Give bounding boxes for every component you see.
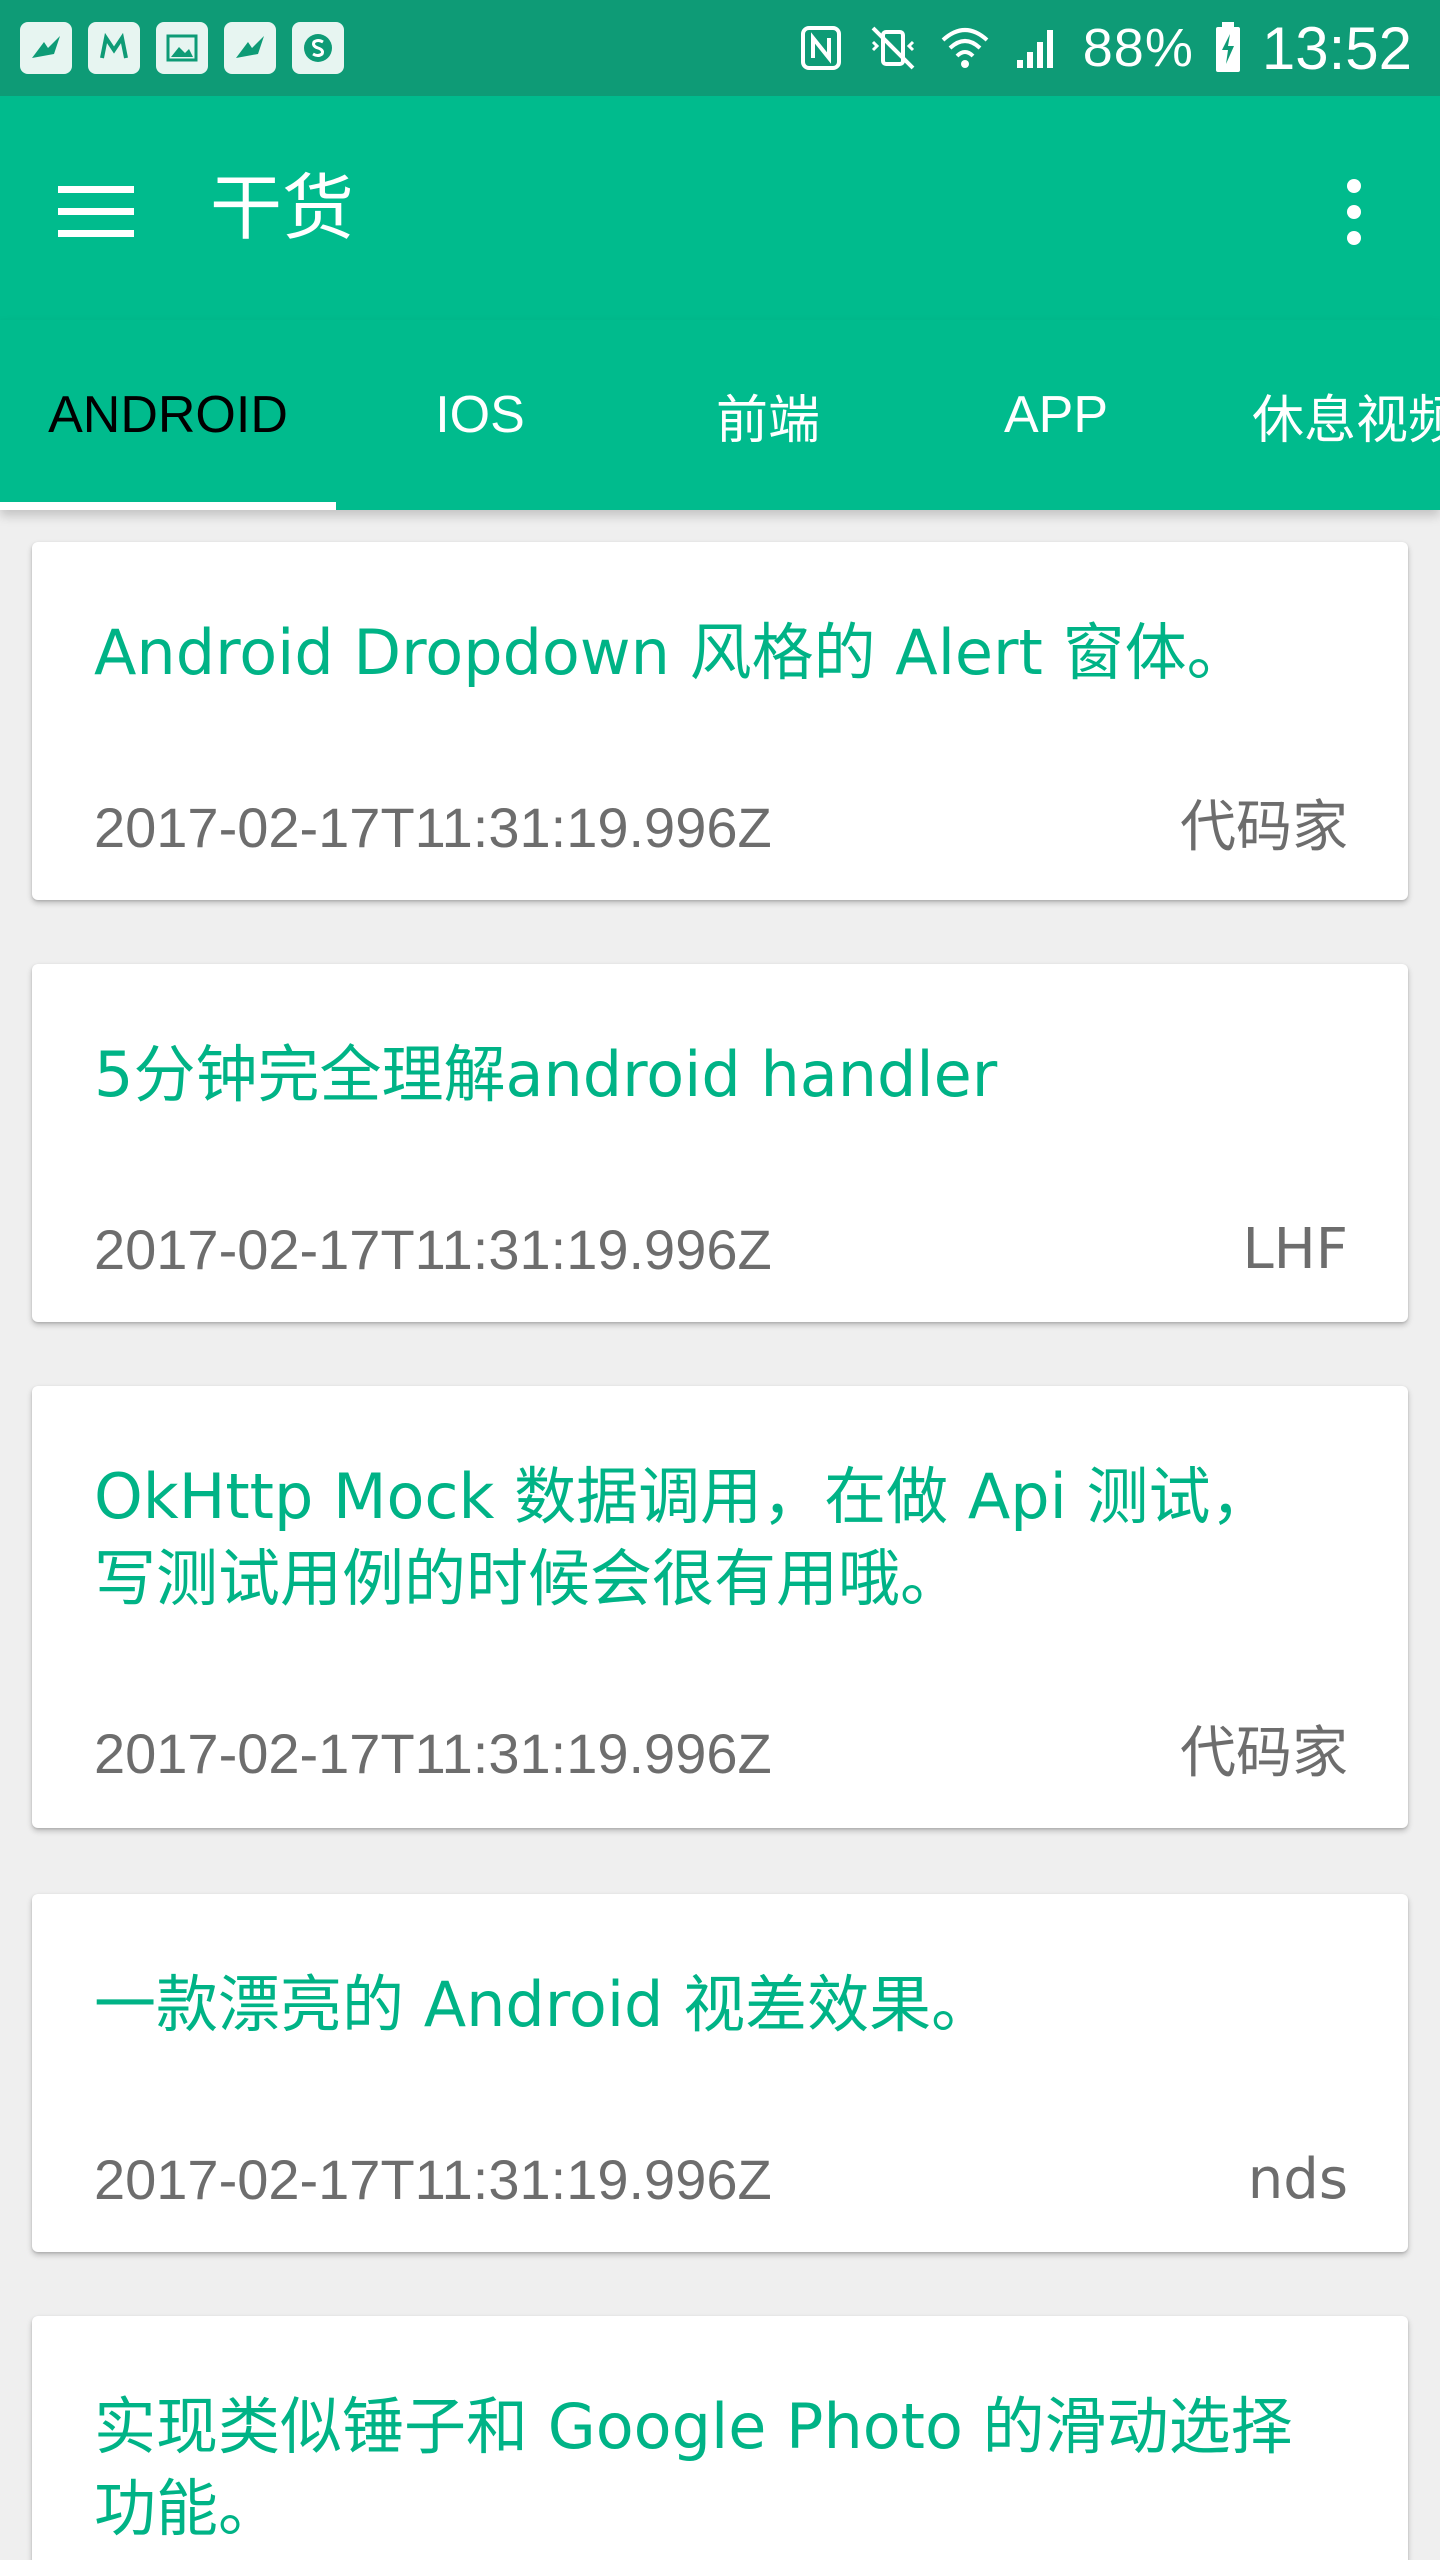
hamburger-menu-icon	[58, 186, 134, 237]
status-bar: 88% 13:52	[0, 0, 1440, 96]
m-app-icon	[88, 22, 140, 74]
tab-indicator	[0, 502, 336, 510]
tab-rest-video[interactable]: 休息视频	[1200, 320, 1440, 510]
article-title: 实现类似锤子和 Google Photo 的滑动选择功能。	[94, 2390, 1293, 2545]
article-card[interactable]: 实现类似锤子和 Google Photo 的滑动选择功能。	[32, 2316, 1408, 2560]
battery-percentage: 88%	[1082, 18, 1194, 78]
bird-app-icon	[20, 22, 72, 74]
article-author: nds	[1247, 2147, 1348, 2212]
tab-frontend[interactable]: 前端	[624, 320, 912, 510]
more-vert-icon	[1347, 179, 1361, 245]
article-author: 代码家	[1180, 795, 1348, 860]
system-status: 88% 13:52	[795, 0, 1412, 96]
article-list[interactable]: Android Dropdown 风格的 Alert 窗体。 2017-02-1…	[0, 510, 1440, 2560]
article-author: 代码家	[1180, 1721, 1348, 1786]
tab-app[interactable]: APP	[912, 320, 1200, 510]
wifi-icon	[941, 28, 989, 68]
battery-charging-icon	[1215, 22, 1240, 72]
nfc-icon	[800, 26, 841, 70]
article-date: 2017-02-17T11:31:19.996Z	[94, 1218, 772, 1281]
article-date: 2017-02-17T11:31:19.996Z	[94, 796, 772, 859]
app-root: 88% 13:52 干货 ANDROID IOS 前端 APP 休息视频 And…	[0, 0, 1440, 2560]
mute-vibrate-icon	[871, 26, 915, 70]
page-title: 干货	[210, 166, 355, 250]
tab-ios[interactable]: IOS	[336, 320, 624, 510]
article-date: 2017-02-17T11:31:19.996Z	[94, 1722, 772, 1785]
bird-app-icon	[224, 22, 276, 74]
menu-button[interactable]	[40, 156, 152, 268]
signal-icon	[1016, 30, 1053, 68]
article-author: LHF	[1242, 1217, 1348, 1282]
article-card[interactable]: OkHttp Mock 数据调用，在做 Api 测试，写测试用例的时候会很有用哦…	[32, 1386, 1408, 1828]
article-title: OkHttp Mock 数据调用，在做 Api 测试，写测试用例的时候会很有用哦…	[94, 1460, 1273, 1615]
article-title: 一款漂亮的 Android 视差效果。	[94, 1968, 994, 2041]
article-card[interactable]: Android Dropdown 风格的 Alert 窗体。 2017-02-1…	[32, 542, 1408, 900]
article-card[interactable]: 5分钟完全理解android handler 2017-02-17T11:31:…	[32, 964, 1408, 1322]
image-icon	[156, 22, 208, 74]
overflow-menu-button[interactable]	[1298, 156, 1410, 268]
article-date: 2017-02-17T11:31:19.996Z	[94, 2148, 772, 2211]
clock: 13:52	[1261, 14, 1412, 82]
category-tabs: ANDROID IOS 前端 APP 休息视频	[0, 320, 1440, 510]
app-toolbar: 干货	[0, 96, 1440, 320]
tab-android[interactable]: ANDROID	[0, 320, 336, 510]
s-app-icon	[292, 22, 344, 74]
article-title: Android Dropdown 风格的 Alert 窗体。	[94, 616, 1249, 689]
article-card[interactable]: 一款漂亮的 Android 视差效果。 2017-02-17T11:31:19.…	[32, 1894, 1408, 2252]
article-title: 5分钟完全理解android handler	[94, 1038, 998, 1111]
notification-icons	[20, 22, 344, 74]
